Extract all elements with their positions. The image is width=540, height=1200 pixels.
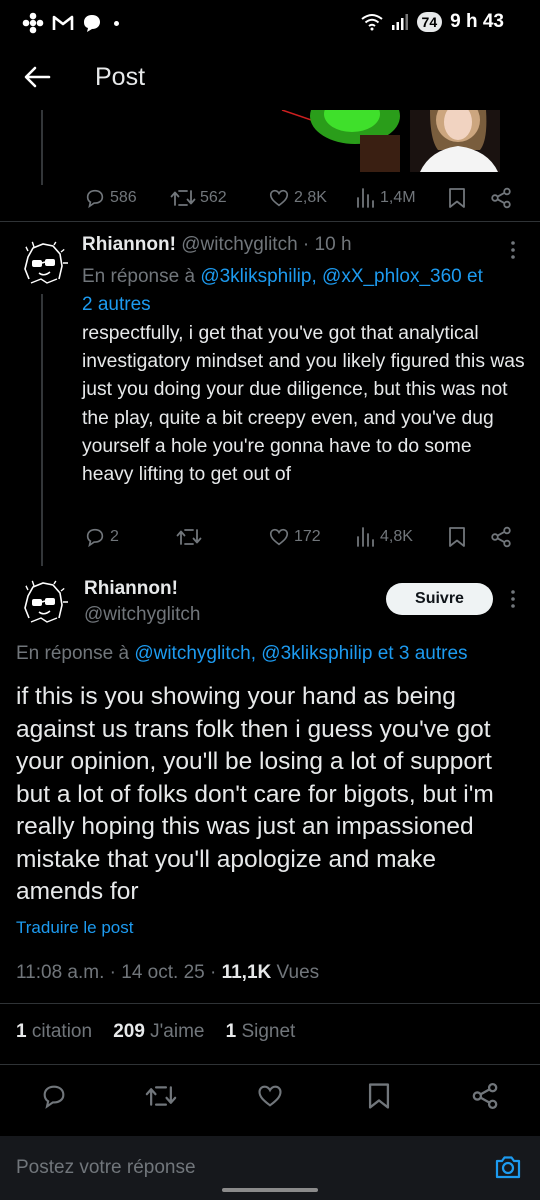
bookmark-icon[interactable] — [448, 187, 466, 209]
reply-action[interactable]: 2 — [84, 522, 119, 552]
views-action[interactable]: 4,8K — [356, 522, 413, 552]
divider — [0, 221, 540, 222]
like-icon[interactable] — [256, 1082, 284, 1110]
reply-author-name[interactable]: Rhiannon! — [82, 234, 176, 255]
like-action[interactable]: 172 — [268, 522, 321, 552]
gmail-icon — [52, 15, 74, 30]
share-icon[interactable] — [490, 526, 512, 548]
bookmark-icon[interactable] — [365, 1082, 393, 1110]
wifi-icon — [360, 14, 383, 31]
post-views-label: Vues — [271, 962, 320, 983]
media-thumbnail-image — [260, 110, 525, 172]
status-bar: 74 9 h 43 — [0, 0, 540, 46]
thread-line — [41, 294, 43, 566]
post-timestamp: 11:08 a.m. · 14 oct. 25 · — [16, 962, 222, 983]
translate-post-link[interactable]: Traduire le post — [16, 918, 133, 938]
reply-action[interactable]: 586 — [84, 183, 137, 213]
reply-count: 586 — [110, 189, 137, 206]
reply-icon — [86, 528, 104, 548]
like-icon — [269, 528, 289, 546]
chat-icon — [84, 15, 100, 32]
in-reply-prefix: En réponse à — [82, 266, 201, 287]
repost-action[interactable] — [176, 522, 206, 552]
battery-level: 74 — [416, 12, 443, 32]
bookmarks-label: Signet — [236, 1021, 296, 1042]
likes-label: J'aime — [144, 1021, 205, 1042]
notification-icons — [22, 12, 119, 34]
follow-button[interactable]: Suivre — [386, 583, 493, 615]
more-icon[interactable] — [503, 587, 523, 611]
share-icon[interactable] — [471, 1082, 499, 1110]
avatar[interactable] — [19, 578, 69, 628]
reply-count: 2 — [110, 528, 119, 545]
post-in-reply-to: En réponse à @witchyglitch, @3kliksphili… — [16, 643, 536, 665]
bookmarks-count: 1 — [225, 1021, 237, 1042]
reply-icon — [86, 189, 104, 209]
divider — [0, 1064, 540, 1065]
like-icon — [269, 189, 289, 207]
more-icon[interactable] — [503, 238, 523, 262]
avatar[interactable] — [19, 239, 69, 289]
likes-stat[interactable]: 209 J'aime — [113, 1021, 204, 1042]
reply-author-handle-time[interactable]: @witchyglitch · 10 h — [181, 234, 351, 255]
views-icon — [357, 188, 374, 208]
in-reply-users-link[interactable]: @witchyglitch, @3kliksphilip et 3 autres — [134, 643, 467, 664]
views-count: 1,4M — [380, 189, 416, 206]
like-count: 2,8K — [294, 189, 327, 206]
repost-icon[interactable] — [145, 1082, 177, 1110]
in-reply-users-link[interactable]: @3kliksphilip, @xX_phlox_360 — [200, 266, 461, 287]
quotes-stat[interactable]: 1 citation — [16, 1021, 92, 1042]
parent-post-actions: 586 562 2,8K 1,4M — [84, 183, 524, 213]
quotes-count: 1 — [16, 1021, 27, 1042]
repost-count: 562 — [200, 189, 227, 206]
reply-actions: 2 172 4,8K — [84, 522, 524, 552]
back-arrow-icon[interactable] — [20, 60, 54, 94]
post-author-handle[interactable]: @witchyglitch — [84, 604, 200, 626]
gesture-home-bar[interactable] — [222, 1188, 318, 1192]
post-author-name[interactable]: Rhiannon! — [84, 578, 178, 600]
reply-input[interactable] — [16, 1148, 456, 1188]
like-count: 172 — [294, 528, 321, 545]
more-notifications-dot — [114, 20, 119, 26]
avatar-image — [19, 239, 69, 289]
bookmark-icon[interactable] — [448, 526, 466, 548]
in-reply-more-link[interactable]: 2 autres — [82, 294, 151, 315]
reply-text: respectfully, i get that you've got that… — [82, 323, 525, 486]
bookmarks-stat[interactable]: 1 Signet — [226, 1021, 296, 1042]
like-action[interactable]: 2,8K — [268, 183, 327, 213]
post-timestamp-views: 11:08 a.m. · 14 oct. 25 · 11,1K Vues — [16, 962, 319, 984]
signal-icon — [391, 14, 408, 30]
share-icon[interactable] — [490, 187, 512, 209]
reply-in-reply-to: En réponse à @3kliksphilip, @xX_phlox_36… — [82, 263, 532, 319]
post-text: if this is you showing your hand as bein… — [16, 683, 494, 905]
in-reply-prefix: En réponse à — [16, 643, 135, 664]
likes-count: 209 — [113, 1021, 145, 1042]
parent-post-media[interactable] — [260, 110, 525, 172]
in-reply-and: et — [461, 266, 483, 287]
post-views-count[interactable]: 11,1K — [222, 962, 272, 983]
repost-icon — [176, 529, 202, 545]
post-engagement-stats: 1 citation 209 J'aime 1 Signet — [16, 1021, 295, 1043]
repost-action[interactable]: 562 — [170, 183, 227, 213]
repost-icon — [170, 190, 196, 206]
reply-icon[interactable] — [40, 1082, 68, 1110]
thread-line — [41, 110, 43, 185]
quotes-label: citation — [26, 1021, 93, 1042]
avatar-image — [19, 578, 69, 628]
top-app-bar: Post — [0, 46, 540, 110]
page-title: Post — [95, 63, 146, 91]
views-action[interactable]: 1,4M — [356, 183, 416, 213]
post-action-bar — [0, 1076, 540, 1116]
cbc-icon — [22, 12, 44, 34]
system-status: 74 9 h 43 — [360, 11, 504, 33]
clock: 9 h 43 — [450, 11, 504, 32]
reply-author-line: Rhiannon! @witchyglitch · 10 h — [82, 234, 352, 256]
camera-icon[interactable] — [494, 1153, 522, 1181]
views-count: 4,8K — [380, 528, 413, 545]
divider — [0, 1003, 540, 1004]
views-icon — [357, 527, 374, 547]
